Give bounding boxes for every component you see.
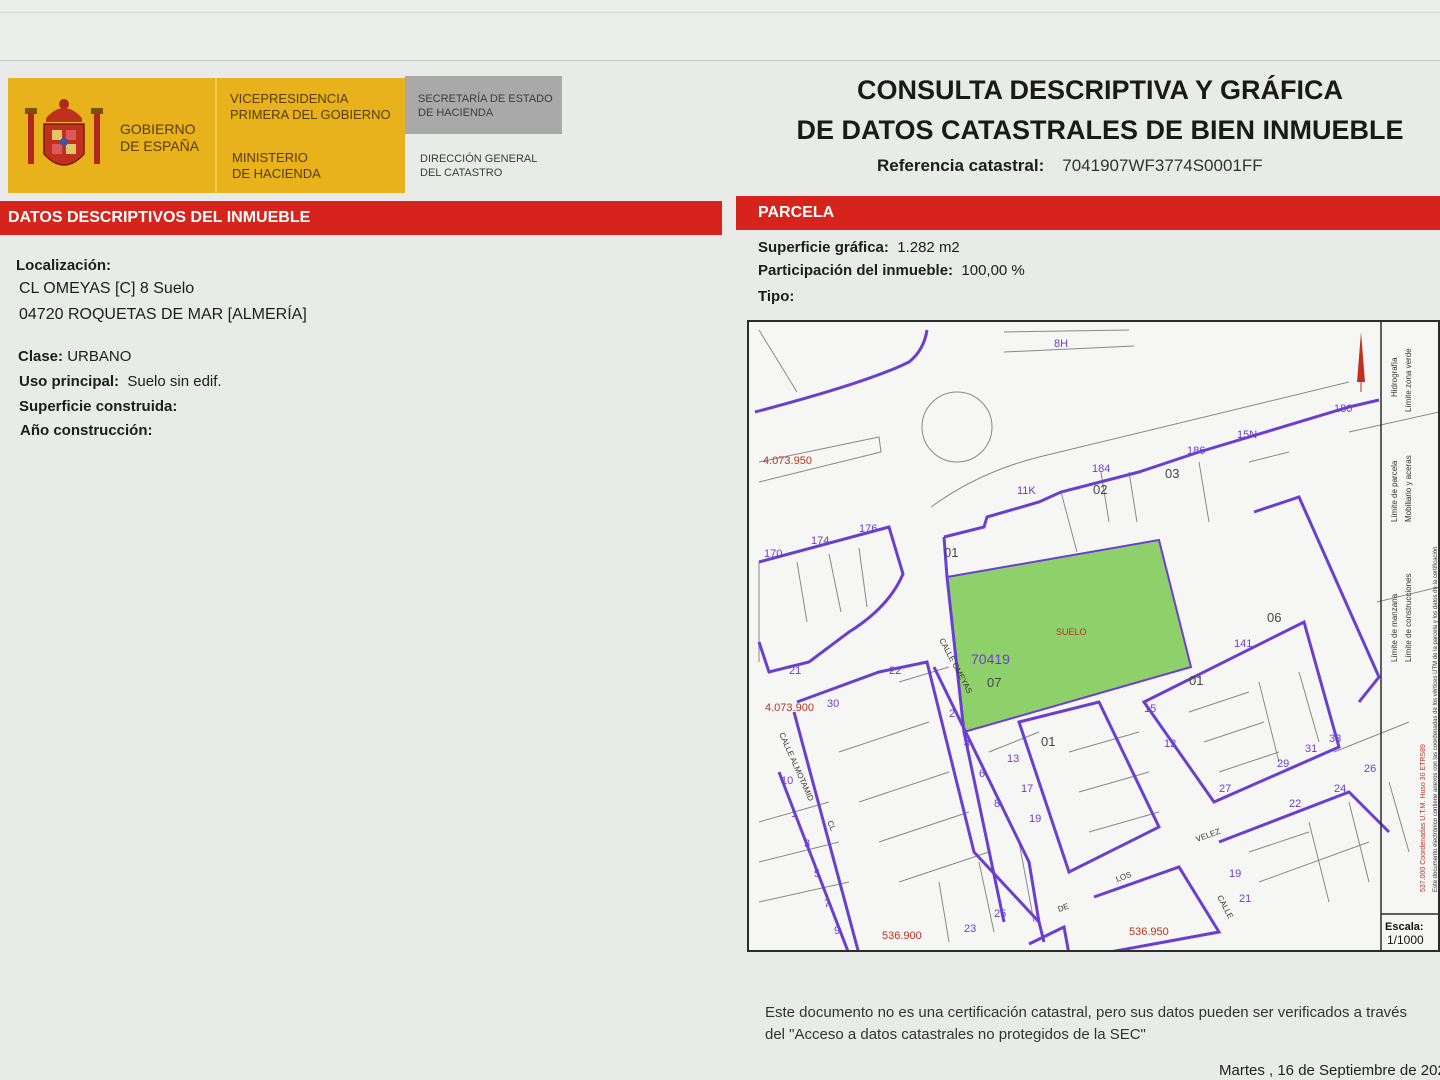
svg-text:06: 06	[1267, 610, 1281, 625]
address-line-2: 04720 ROQUETAS DE MAR [ALMERÍA]	[19, 306, 307, 323]
svg-text:Límite de construcciones: Límite de construcciones	[1404, 574, 1413, 663]
svg-text:174: 174	[811, 535, 829, 547]
svg-text:29: 29	[1277, 758, 1289, 770]
section-bar-parcela: PARCELA	[736, 196, 1440, 230]
svg-text:7: 7	[824, 898, 830, 910]
svg-text:170: 170	[764, 548, 782, 560]
clase-row: Clase: URBANO	[18, 348, 132, 365]
svg-text:01: 01	[1189, 673, 1203, 688]
gobierno-label: GOBIERNO DE ESPAÑA	[120, 121, 200, 154]
svg-text:4.073.950: 4.073.950	[763, 455, 812, 467]
svg-text:22: 22	[1289, 798, 1301, 810]
svg-text:21: 21	[1239, 893, 1251, 905]
referencia-catastral: Referencia catastral: 7041907WF3774S0001F…	[877, 156, 1263, 176]
svg-text:VELEZ: VELEZ	[1195, 827, 1222, 844]
svg-text:1: 1	[791, 808, 797, 820]
footer-note: Este documento no es una certificación c…	[765, 1004, 1408, 1043]
svg-text:Límite zona verde: Límite zona verde	[1404, 348, 1413, 412]
svg-text:01: 01	[1041, 734, 1055, 749]
coat-of-arms-icon	[25, 99, 103, 166]
browser-top-area	[0, 0, 1440, 61]
address-line-1: CL OMEYAS [C] 8 Suelo	[19, 280, 195, 297]
svg-text:11K: 11K	[1017, 485, 1036, 497]
svg-text:8: 8	[994, 798, 1000, 810]
document-date: Martes , 16 de Septiembre de 202	[1219, 1062, 1440, 1079]
svg-text:25: 25	[994, 908, 1006, 920]
svg-text:07: 07	[987, 675, 1001, 690]
direccion-label: DIRECCIÓN GENERAL DEL CATASTRO	[420, 153, 538, 179]
svg-text:02: 02	[1093, 482, 1107, 497]
svg-text:4: 4	[964, 738, 970, 750]
svg-text:27: 27	[1219, 783, 1231, 795]
svg-text:13: 13	[1007, 753, 1019, 765]
svg-text:180: 180	[1334, 403, 1352, 415]
vicepresidencia-label: VICEPRESIDENCIA PRIMERA DEL GOBIERNO	[230, 91, 391, 122]
svg-text:Límite de parcela: Límite de parcela	[1390, 460, 1399, 522]
svg-text:6: 6	[979, 768, 985, 780]
svg-text:15: 15	[1144, 703, 1156, 715]
participacion-row: Participación del inmueble: 100,00 %	[758, 262, 1025, 279]
svg-text:Este documento electrónico con: Este documento electrónico contiene anex…	[1433, 546, 1439, 892]
government-logo-block: GOBIERNO DE ESPAÑA VICEPRESIDENCIA PRIMERA…	[8, 78, 405, 193]
svg-text:5: 5	[814, 868, 820, 880]
svg-text:17: 17	[1021, 783, 1033, 795]
svg-text:4.073.900: 4.073.900	[765, 702, 814, 714]
svg-text:184: 184	[1092, 463, 1110, 475]
ref-label: Referencia catastral:	[877, 156, 1045, 175]
document-title: CONSULTA DESCRIPTIVA Y GRÁFICA DE DATOS …	[796, 75, 1404, 145]
svg-text:21: 21	[789, 665, 801, 677]
svg-text:176: 176	[859, 523, 877, 535]
svg-text:9: 9	[834, 925, 840, 937]
svg-text:31: 31	[1305, 743, 1317, 755]
svg-text:19: 19	[1229, 868, 1241, 880]
map-drawing: 8H 170 174 176 184 186 15N 180 11K 21 22…	[754, 322, 1439, 950]
svg-text:LOS: LOS	[1115, 870, 1133, 884]
superficie-grafica-row: Superficie gráfica: 1.282 m2	[758, 239, 960, 256]
localizacion-label: Localización:	[16, 257, 112, 274]
section-bar-datos-descriptivos: DATOS DESCRIPTIVOS DEL INMUEBLE	[0, 201, 722, 235]
svg-text:CALLE: CALLE	[1215, 894, 1235, 921]
svg-text:Hidrografía: Hidrografía	[1390, 357, 1399, 397]
svg-text:Mobiliario y aceras: Mobiliario y aceras	[1404, 455, 1413, 522]
svg-text:Escala:: Escala:	[1385, 921, 1424, 933]
svg-text:Límite de manzana: Límite de manzana	[1390, 593, 1399, 662]
ministerio-label: MINISTERIO DE HACIENDA	[232, 150, 321, 181]
svg-text:03: 03	[1165, 466, 1179, 481]
superficie-construida-label: Superficie construida:	[19, 398, 178, 415]
svg-text:SUELO: SUELO	[1056, 627, 1087, 637]
svg-text:DE: DE	[1057, 902, 1071, 914]
anio-construccion-label: Año construcción:	[20, 422, 153, 439]
svg-text:186: 186	[1187, 445, 1205, 457]
svg-text:2: 2	[949, 708, 955, 720]
svg-text:23: 23	[964, 923, 976, 935]
svg-text:536.900: 536.900	[882, 930, 922, 942]
svg-text:19: 19	[1029, 813, 1041, 825]
svg-text:24: 24	[1334, 783, 1346, 795]
ref-value: 7041907WF3774S0001FF	[1062, 156, 1263, 175]
svg-text:536.950: 536.950	[1129, 926, 1169, 938]
cadastral-map[interactable]: 8H 170 174 176 184 186 15N 180 11K 21 22…	[747, 320, 1440, 952]
svg-text:12: 12	[1164, 738, 1176, 750]
svg-text:33: 33	[1329, 733, 1341, 745]
svg-text:15N: 15N	[1237, 429, 1257, 441]
svg-text:537.000 Coordenadas U.T.M. Hus: 537.000 Coordenadas U.T.M. Huso 30 ETRS8…	[1420, 744, 1427, 892]
north-arrow-icon	[1357, 332, 1365, 392]
svg-text:01: 01	[944, 545, 958, 560]
secretaria-box: SECRETARÍA DE ESTADO DE HACIENDA	[405, 76, 562, 134]
svg-text:10: 10	[781, 775, 793, 787]
uso-row: Uso principal: Suelo sin edif.	[19, 373, 222, 390]
secretaria-label: SECRETARÍA DE ESTADO DE HACIENDA	[418, 93, 553, 119]
svg-text:3: 3	[804, 838, 810, 850]
svg-text:1/1000: 1/1000	[1387, 933, 1424, 947]
svg-text:22: 22	[889, 665, 901, 677]
svg-text:30: 30	[827, 698, 839, 710]
svg-text:141: 141	[1234, 638, 1252, 650]
tipo-row: Tipo:	[758, 288, 795, 305]
svg-text:26: 26	[1364, 763, 1376, 775]
svg-text:8H: 8H	[1054, 338, 1068, 350]
svg-text:70419: 70419	[971, 651, 1010, 667]
